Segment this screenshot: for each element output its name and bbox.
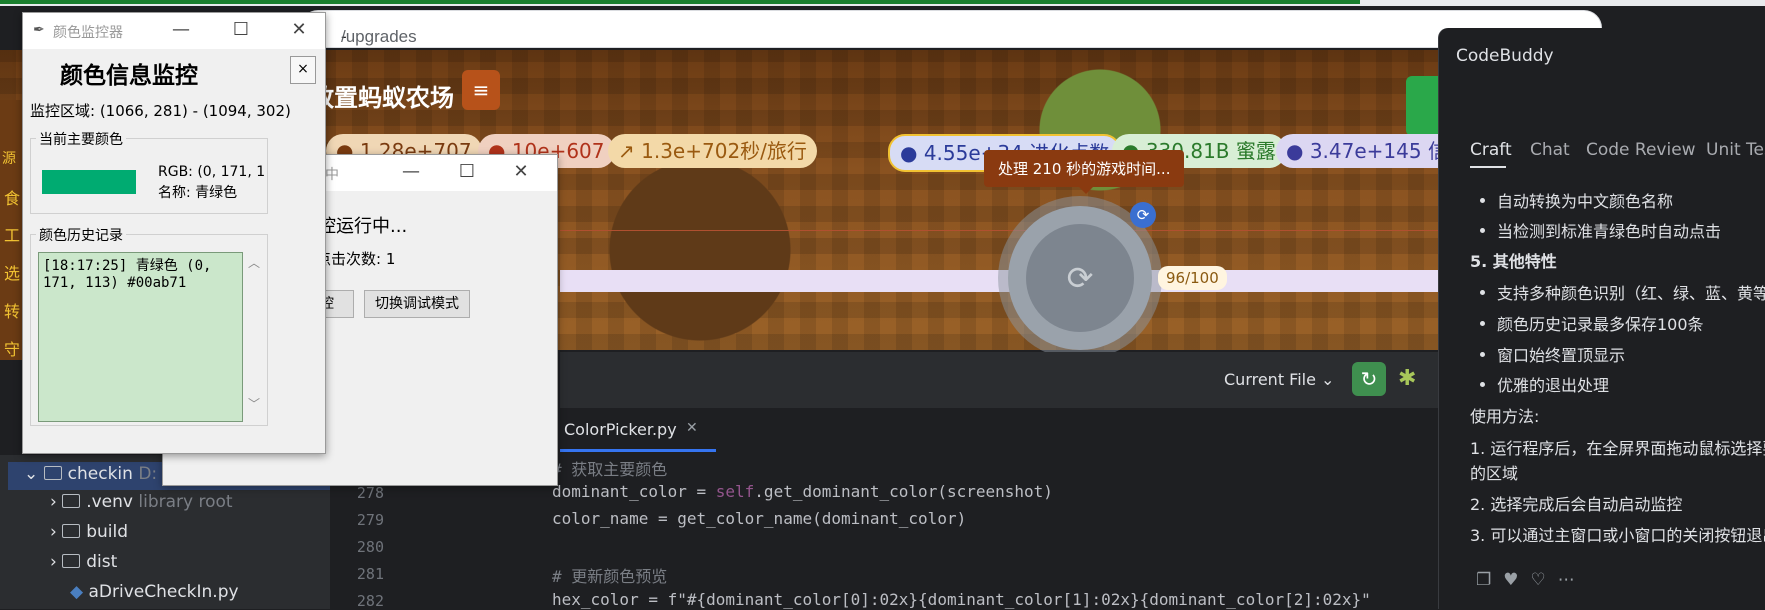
codebuddy-title: CodeBuddy bbox=[1456, 46, 1554, 66]
chevron-down-icon: ﹀ bbox=[247, 397, 260, 411]
cb-list-item: 当检测到标准青绿色时自动点击 bbox=[1480, 218, 1721, 242]
rerun-icon: ↻ bbox=[1360, 367, 1378, 391]
tab-close-icon[interactable]: ✕ bbox=[686, 420, 698, 436]
browser-tabstrip bbox=[0, 0, 1765, 6]
processing-tooltip: 处理 210 秒的游戏时间... bbox=[984, 150, 1185, 187]
side-label[interactable]: 选 bbox=[4, 260, 20, 284]
thumbs-down-icon: ♡ bbox=[1530, 570, 1558, 590]
close-icon[interactable]: ✕ bbox=[509, 161, 533, 182]
rgb-value: RGB: (0, 171, 1 bbox=[158, 164, 266, 180]
inner-close-button[interactable]: × bbox=[290, 56, 316, 84]
game-title: 放置蚂蚁农场 bbox=[310, 84, 454, 112]
side-label[interactable]: 转 bbox=[4, 298, 20, 322]
code-line: hex_color = f"#{dominant_color[0]:02x}{d… bbox=[552, 590, 1371, 609]
folder-icon bbox=[62, 494, 81, 508]
monitor-status: 控运行中... bbox=[318, 216, 408, 237]
tab-code-review[interactable]: Code Review bbox=[1586, 140, 1696, 160]
code-line: # 获取主要颜色 bbox=[552, 460, 668, 479]
cb-list-item: 自动转换为中文颜色名称 bbox=[1480, 188, 1673, 212]
cb-list-item: 颜色历史记录最多保存100条 bbox=[1480, 311, 1704, 335]
tab-craft[interactable]: Craft bbox=[1470, 140, 1512, 160]
minimize-icon[interactable]: — bbox=[169, 19, 193, 40]
cb-action-icons[interactable]: ❐♥♡⋯ bbox=[1476, 570, 1587, 590]
folder-icon bbox=[62, 554, 81, 568]
color-monitor-title: 颜色监控器 bbox=[53, 25, 123, 41]
tree-item-dist[interactable]: › dist bbox=[50, 552, 117, 572]
copy-icon: ❐ bbox=[1476, 570, 1504, 590]
side-label[interactable]: 工 bbox=[4, 222, 20, 246]
color-monitor-titlebar[interactable]: ✒ 颜色监控器 — ☐ ✕ bbox=[23, 13, 325, 49]
active-tab-underline bbox=[1470, 166, 1506, 168]
tree-item-adrivecheckin[interactable]: ◆ aDriveCheckIn.py bbox=[70, 582, 239, 602]
trend-icon: ↗ bbox=[618, 139, 642, 163]
feather-icon: ✒ bbox=[33, 22, 45, 38]
monitor-heading: 颜色信息监控 bbox=[60, 62, 198, 89]
monitor-region-label: 监控区域: (1066, 281) - (1094, 302) bbox=[30, 102, 291, 120]
tree-item-build[interactable]: › build bbox=[50, 522, 128, 542]
debug-bug-icon[interactable]: ✱ bbox=[1398, 366, 1416, 391]
small-refresh-icon[interactable]: ⟳ bbox=[1130, 202, 1156, 228]
cb-list-item: 优雅的退出处理 bbox=[1480, 372, 1609, 396]
history-group-label: 颜色历史记录 bbox=[36, 225, 126, 245]
current-color-group-label: 当前主要颜色 bbox=[36, 129, 126, 149]
line-number: 280 bbox=[356, 538, 384, 556]
line-number: 282 bbox=[356, 592, 384, 610]
run-config-select[interactable]: Current File ⌄ bbox=[1224, 370, 1334, 389]
maximize-icon[interactable]: ☐ bbox=[229, 19, 253, 40]
tab-chat[interactable]: Chat bbox=[1530, 140, 1570, 160]
cb-list-item: 窗口始终置顶显示 bbox=[1480, 342, 1625, 366]
progress-divider bbox=[560, 230, 1460, 231]
side-label[interactable]: 食 bbox=[4, 185, 20, 209]
code-line: color_name = get_color_name(dominant_col… bbox=[552, 509, 967, 528]
line-number: 281 bbox=[356, 565, 384, 583]
cb-text: 1. 运行程序后，在全屏界面拖动鼠标选择要 bbox=[1470, 439, 1765, 458]
cb-text: 3. 可以通过主窗口或小窗口的关闭按钮退出 bbox=[1470, 526, 1765, 545]
folder-icon bbox=[62, 524, 81, 538]
refresh-icon: ⟳ bbox=[1026, 224, 1134, 332]
menu-button[interactable]: ≡ bbox=[462, 70, 500, 110]
minimize-icon[interactable]: — bbox=[399, 161, 423, 182]
tooltip-arrow bbox=[1078, 186, 1094, 194]
history-textbox[interactable]: [18:17:25] 青绿色 (0, 171, 113) #00ab71 bbox=[38, 252, 243, 422]
tree-item-checkin[interactable]: ⌄ checkin D: bbox=[24, 464, 157, 484]
maximize-icon[interactable]: ☐ bbox=[455, 161, 479, 182]
chevron-down-icon: ⌄ bbox=[1321, 370, 1335, 389]
click-count: 点击次数: 1 bbox=[316, 250, 396, 268]
color-swatch bbox=[42, 170, 136, 194]
chevron-up-icon: ︿ bbox=[247, 256, 260, 270]
active-tab-underline bbox=[560, 449, 716, 452]
potion-icon: ● bbox=[1286, 139, 1310, 163]
color-name: 名称: 青绿色 bbox=[158, 185, 238, 201]
thumbs-up-icon: ♥ bbox=[1503, 570, 1531, 590]
folder-icon bbox=[43, 466, 62, 480]
history-scrollbar[interactable]: ︿ ﹀ bbox=[246, 252, 262, 422]
line-number: 279 bbox=[356, 511, 384, 529]
cb-text: 的区域 bbox=[1470, 464, 1519, 483]
cb-list-item: 支持多种颜色识别（红、绿、蓝、黄等） bbox=[1480, 280, 1765, 304]
address-bar[interactable]: -farm.g8hh.com.cn/upgrades bbox=[300, 10, 1602, 66]
progress-count-badge: 96/100 bbox=[1158, 266, 1227, 290]
tab-unit-test[interactable]: Unit Test bbox=[1706, 140, 1765, 160]
toggle-debug-button[interactable]: 切换调试模式 bbox=[364, 290, 470, 318]
cb-text: 2. 选择完成后会自动启动监控 bbox=[1470, 495, 1683, 514]
more-icon: ⋯ bbox=[1557, 570, 1587, 590]
stat-chip-travel[interactable]: ↗ 1.3e+702秒/旅行 bbox=[608, 134, 817, 168]
code-line: dominant_color = self.get_dominant_color… bbox=[552, 482, 1053, 501]
line-number: 278 bbox=[356, 484, 384, 502]
cb-heading: 5. 其他特性 bbox=[1470, 252, 1557, 271]
side-label[interactable]: 守 bbox=[4, 336, 20, 360]
cb-text: 使用方法: bbox=[1470, 407, 1540, 426]
tree-item-venv[interactable]: › .venv library root bbox=[50, 492, 233, 512]
code-line: # 更新颜色预览 bbox=[552, 567, 668, 586]
hamburger-icon: ≡ bbox=[472, 78, 490, 102]
green-side-button[interactable] bbox=[1406, 76, 1440, 136]
stat-chip-info[interactable]: ● 3.47e+145 信 bbox=[1276, 134, 1458, 168]
python-file-icon: ◆ bbox=[70, 582, 84, 602]
side-label: 源 bbox=[2, 151, 16, 167]
tab-colorpicker[interactable]: ColorPicker.py bbox=[564, 420, 677, 439]
run-button[interactable]: ↻ bbox=[1352, 362, 1386, 396]
ant-icon: ● bbox=[900, 141, 924, 165]
url-path: /upgrades bbox=[341, 27, 417, 46]
close-icon[interactable]: ✕ bbox=[287, 19, 311, 40]
